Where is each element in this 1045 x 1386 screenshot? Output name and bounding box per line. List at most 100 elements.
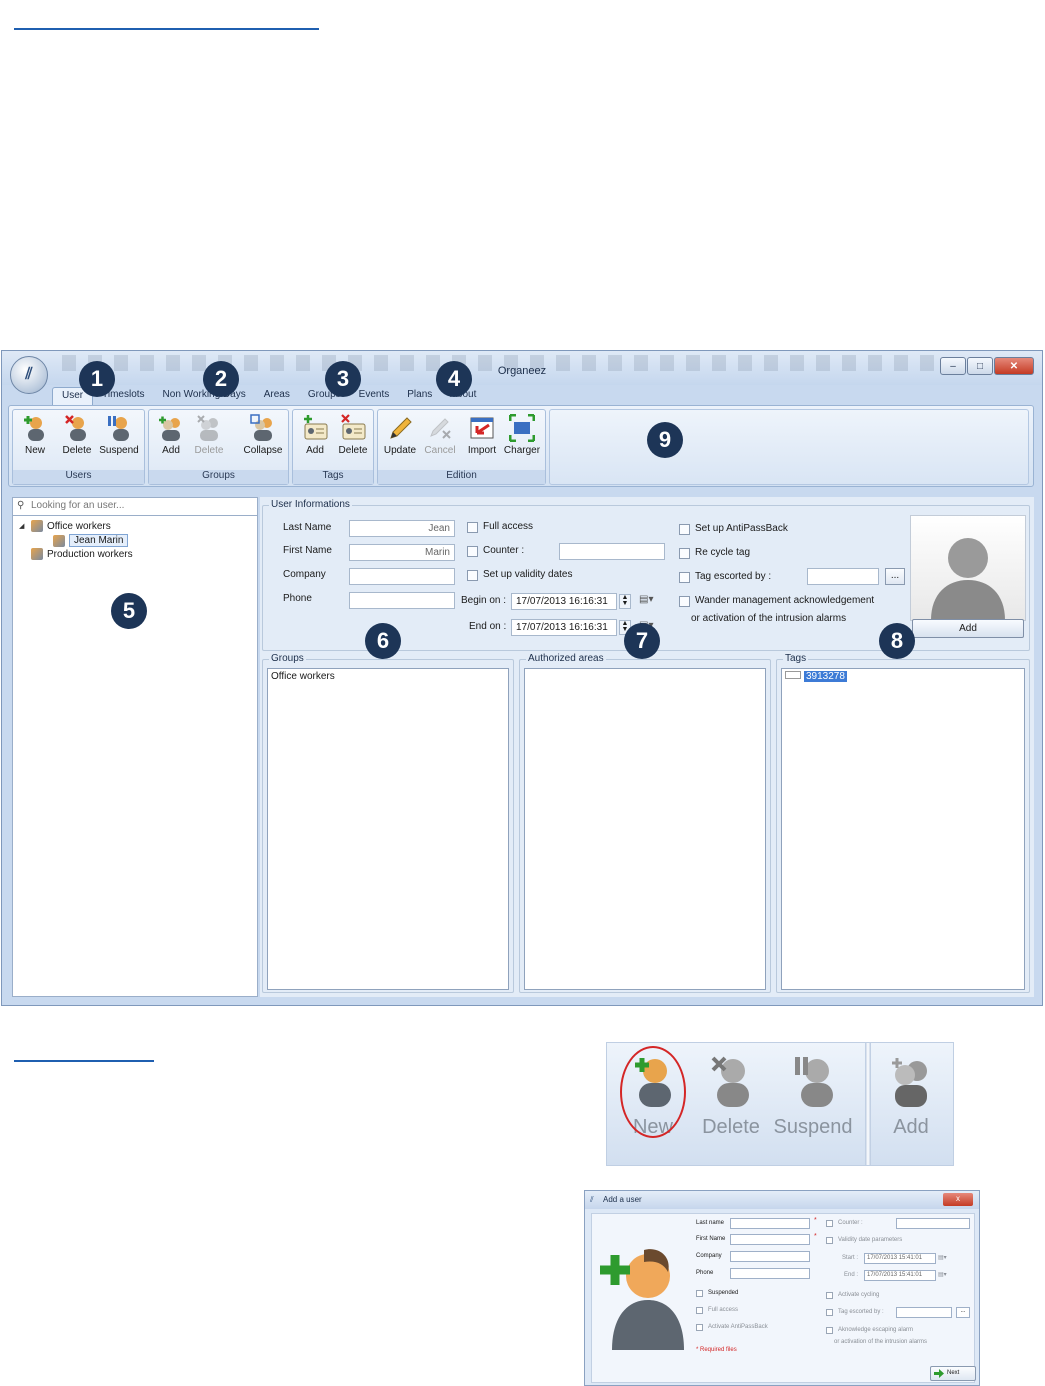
wander-management-checkbox[interactable] [679,596,690,607]
first-name-label: First Name [283,545,332,556]
dialog-counter-field[interactable] [896,1218,970,1229]
maximize-button[interactable]: □ [967,357,993,375]
import-button[interactable]: Import [462,414,502,464]
recycle-tag-checkbox[interactable] [679,548,690,559]
validity-dates-label: Set up validity dates [483,569,573,580]
pencil-icon [390,417,412,439]
tag-escorted-browse-button[interactable]: ... [885,568,905,585]
search-placeholder: Looking for an user... [31,500,125,511]
document-link-top[interactable] [14,28,319,30]
phone-label: Phone [283,593,312,604]
dialog-company-field[interactable] [730,1251,810,1262]
tags-legend: Tags [783,653,809,664]
document-link-bottom[interactable] [14,1060,154,1062]
begin-spinner[interactable]: ▲ ▼ [619,594,631,609]
user-delete-icon [711,1056,749,1107]
tree-group-office-workers[interactable]: ◢ Office workers [19,520,111,532]
dialog-first-name-field[interactable] [730,1234,810,1245]
tab-plans[interactable]: Plans [398,387,441,405]
cancel-icon [430,418,451,439]
dialog-company-label: Company [696,1253,722,1259]
dialog-tag-browse-button[interactable]: ... [956,1307,970,1318]
ribbon-group-edition-label: Edition [378,470,545,484]
antipassback-checkbox[interactable] [679,524,690,535]
tags-list[interactable]: 3913278 [781,668,1025,990]
tab-non-working-days[interactable]: Non Working Days [154,387,255,405]
dialog-validity-checkbox[interactable] [826,1237,833,1244]
tree-user-jean-marin[interactable]: Jean Marin [53,534,129,547]
dialog-phone-field[interactable] [730,1268,810,1279]
minimize-button[interactable]: – [940,357,966,375]
callout-badge-4: 4 [436,361,472,397]
dialog-last-name-field[interactable] [730,1218,810,1229]
dialog-acknowledge-checkbox[interactable] [826,1327,833,1334]
counter-field[interactable] [559,543,665,560]
dialog-antipassback-checkbox[interactable] [696,1324,703,1331]
dialog-suspended-checkbox[interactable] [696,1290,703,1297]
tag-escorted-checkbox[interactable] [679,572,690,583]
antipassback-label: Set up AntiPassBack [695,523,788,534]
calendar-icon[interactable]: ▤▾ [938,1254,947,1261]
tag-escorted-field[interactable] [807,568,879,585]
dialog-first-name-label: First Name [696,1236,726,1242]
required-marker: * [814,1217,817,1224]
suspend-user-button[interactable]: Suspend [99,414,139,464]
add-tag-button[interactable]: Add [295,414,335,464]
add-group-button[interactable]: Add [151,414,191,464]
begin-datetime-field[interactable]: 17/07/2013 16:16:31 [511,593,617,610]
close-button[interactable]: ✕ [994,357,1034,375]
dialog-end-field[interactable]: 17/07/2013 15:41:01 [864,1270,936,1281]
zoom-suspend-button[interactable]: Suspend [773,1055,853,1139]
user-tree-panel: ⚲ Looking for an user... ◢ Office worker… [12,497,258,997]
dialog-activate-cycling-checkbox[interactable] [826,1292,833,1299]
tag-escorted-label: Tag escorted by : [695,571,772,582]
full-access-checkbox[interactable] [467,522,478,533]
authorized-areas-list[interactable] [524,668,766,990]
delete-group-button[interactable]: Delete [189,414,229,464]
dialog-full-access-checkbox[interactable] [696,1307,703,1314]
dialog-close-button[interactable]: x [943,1193,973,1206]
zoom-delete-button[interactable]: Delete [691,1055,771,1139]
delete-tag-button[interactable]: Delete [333,414,373,464]
tree-group-production-workers[interactable]: Production workers [31,548,133,560]
collapse-button[interactable]: Collapse [241,414,285,464]
callout-badge-1: 1 [79,361,115,397]
cancel-button[interactable]: Cancel [420,414,460,464]
dialog-tag-escorted-checkbox[interactable] [826,1309,833,1316]
company-field[interactable] [349,568,455,585]
user-search-input[interactable]: ⚲ Looking for an user... [13,498,257,516]
zoom-add-button[interactable]: Add [871,1055,951,1139]
end-datetime-field[interactable]: 17/07/2013 16:16:31 [511,619,617,636]
dialog-antipassback-label: Activate AntiPassBack [708,1324,768,1330]
last-name-label: Last Name [283,522,332,533]
dialog-start-field[interactable]: 17/07/2013 15:41:01 [864,1253,936,1264]
dialog-counter-checkbox[interactable] [826,1220,833,1227]
dialog-last-name-label: Last name [696,1220,725,1226]
dialog-next-button[interactable]: Next [930,1366,976,1381]
wander-management-label-line2: or activation of the intrusion alarms [691,613,847,624]
app-menu-orb[interactable]: ⫽ [10,356,48,394]
callout-badge-7: 7 [624,623,660,659]
first-name-field[interactable]: Marin [349,544,455,561]
list-item[interactable]: Office workers [271,671,505,682]
wander-management-label: Wander management acknowledgement [695,595,875,606]
update-button[interactable]: Update [380,414,420,464]
list-item[interactable]: 3913278 [785,671,1021,682]
tab-areas[interactable]: Areas [255,387,299,405]
calendar-icon[interactable]: ▤▾ [938,1271,947,1278]
calendar-icon[interactable]: ▤▾ [639,594,657,609]
new-user-button[interactable]: New [15,414,55,464]
phone-field[interactable] [349,592,455,609]
last-name-field[interactable]: Jean [349,520,455,537]
counter-checkbox[interactable] [467,546,478,557]
delete-user-button[interactable]: Delete [57,414,97,464]
charger-button[interactable]: Charger [502,414,542,464]
add-photo-button[interactable]: Add [912,619,1024,638]
company-label: Company [283,569,326,580]
expand-arrow-icon[interactable]: ◢ [19,522,27,530]
dialog-tag-escorted-field[interactable] [896,1307,952,1318]
groups-list[interactable]: Office workers [267,668,509,990]
tag-delete-icon [341,414,366,440]
validity-dates-checkbox[interactable] [467,570,478,581]
signal-logo-icon: ⫽ [590,1195,594,1204]
